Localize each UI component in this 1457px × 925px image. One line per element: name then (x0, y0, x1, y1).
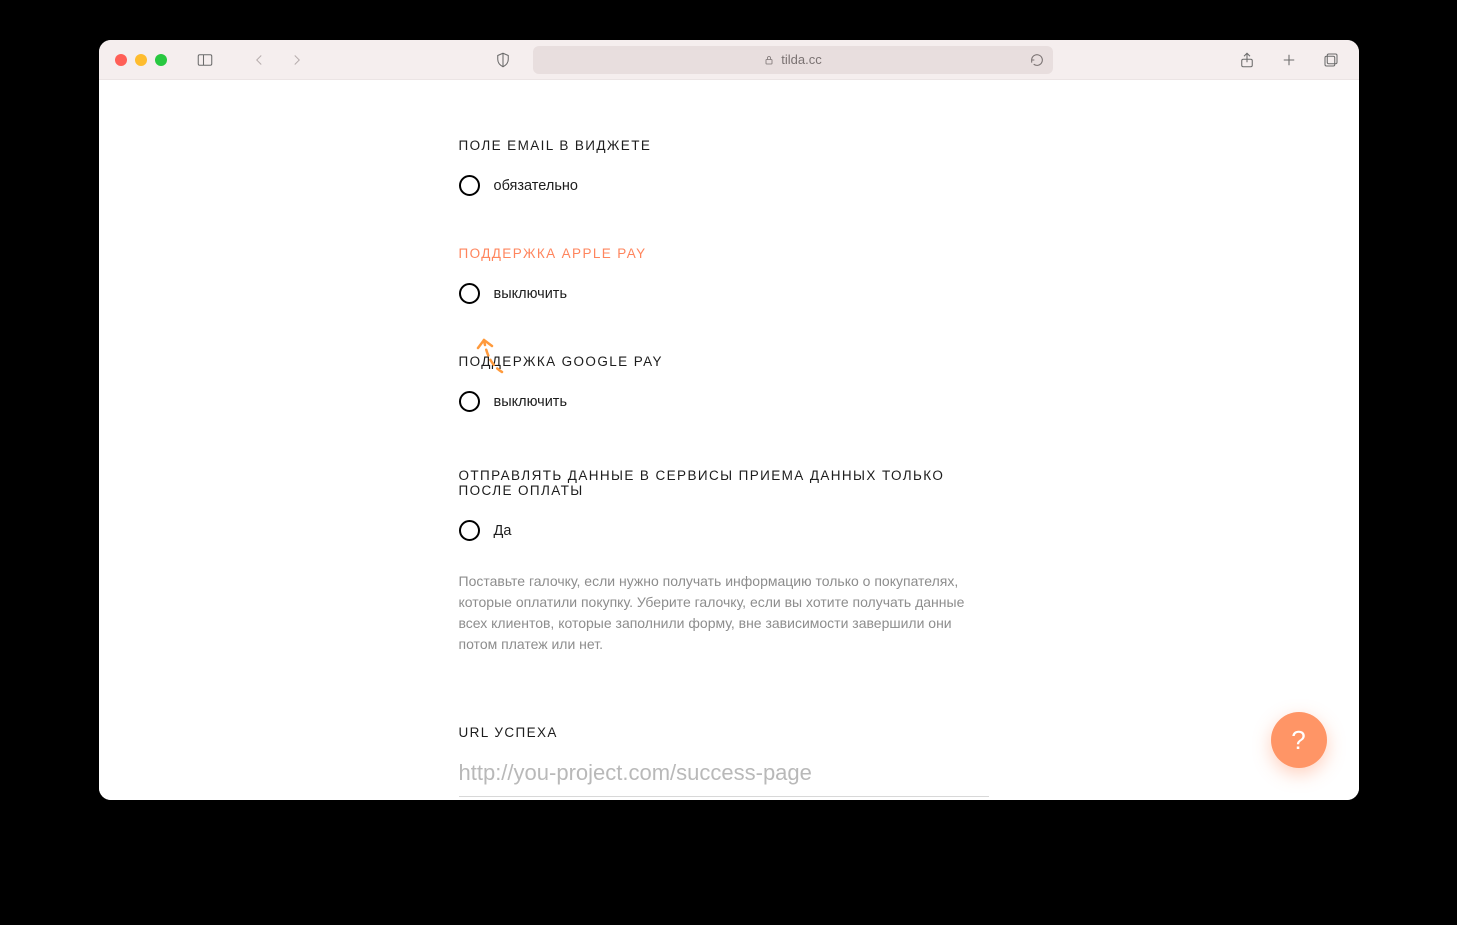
share-icon[interactable] (1235, 48, 1259, 72)
section-title: URL УСПЕХА (459, 725, 989, 740)
help-text: Поставьте галочку, если нужно получать и… (459, 571, 989, 655)
settings-form: ПОЛЕ EMAIL В ВИДЖЕТЕ обязательно ПОДДЕРЖ… (459, 80, 989, 800)
privacy-shield-icon[interactable] (491, 48, 515, 72)
minimize-window-button[interactable] (135, 54, 147, 66)
section-email-widget: ПОЛЕ EMAIL В ВИДЖЕТЕ обязательно (459, 138, 989, 196)
radio-label: Да (494, 523, 512, 539)
help-button-label: ? (1291, 725, 1305, 756)
close-window-button[interactable] (115, 54, 127, 66)
option-row[interactable]: выключить (459, 283, 989, 304)
lock-icon (763, 54, 775, 66)
option-row[interactable]: Да (459, 520, 989, 541)
browser-toolbar: tilda.cc (99, 40, 1359, 80)
sidebar-toggle-icon[interactable] (193, 48, 217, 72)
address-bar-text: tilda.cc (781, 52, 821, 67)
address-bar-wrap: tilda.cc (533, 46, 1053, 74)
browser-window: tilda.cc ПОЛЕ EMAIL В ВИДЖЕТЕ обязательн (99, 40, 1359, 800)
address-bar[interactable]: tilda.cc (533, 46, 1053, 74)
back-button[interactable] (247, 48, 271, 72)
section-apple-pay: ПОДДЕРЖКА APPLE PAY выключить (459, 246, 989, 304)
window-controls (115, 54, 167, 66)
option-row[interactable]: выключить (459, 391, 989, 412)
reload-icon[interactable] (1029, 52, 1045, 68)
maximize-window-button[interactable] (155, 54, 167, 66)
radio-button[interactable] (459, 520, 480, 541)
section-title: ПОЛЕ EMAIL В ВИДЖЕТЕ (459, 138, 989, 153)
radio-button[interactable] (459, 283, 480, 304)
radio-label: выключить (494, 286, 568, 302)
success-url-input[interactable] (459, 754, 989, 797)
section-title: ПОДДЕРЖКА GOOGLE PAY (459, 354, 989, 369)
section-send-after-pay: ОТПРАВЛЯТЬ ДАННЫЕ В СЕРВИСЫ ПРИЕМА ДАННЫ… (459, 468, 989, 655)
new-tab-icon[interactable] (1277, 48, 1301, 72)
radio-button[interactable] (459, 391, 480, 412)
page-content: ПОЛЕ EMAIL В ВИДЖЕТЕ обязательно ПОДДЕРЖ… (99, 80, 1359, 800)
nav-buttons (247, 48, 309, 72)
help-button[interactable]: ? (1271, 712, 1327, 768)
forward-button[interactable] (285, 48, 309, 72)
option-row[interactable]: обязательно (459, 175, 989, 196)
section-title: ОТПРАВЛЯТЬ ДАННЫЕ В СЕРВИСЫ ПРИЕМА ДАННЫ… (459, 468, 989, 498)
tabs-overview-icon[interactable] (1319, 48, 1343, 72)
radio-label: выключить (494, 394, 568, 410)
toolbar-right-icons (1235, 48, 1343, 72)
section-google-pay: ПОДДЕРЖКА GOOGLE PAY выключить (459, 354, 989, 412)
radio-button[interactable] (459, 175, 480, 196)
section-success-url: URL УСПЕХА Укажите URL страницы, на кото… (459, 725, 989, 800)
section-title: ПОДДЕРЖКА APPLE PAY (459, 246, 989, 261)
radio-label: обязательно (494, 178, 578, 194)
